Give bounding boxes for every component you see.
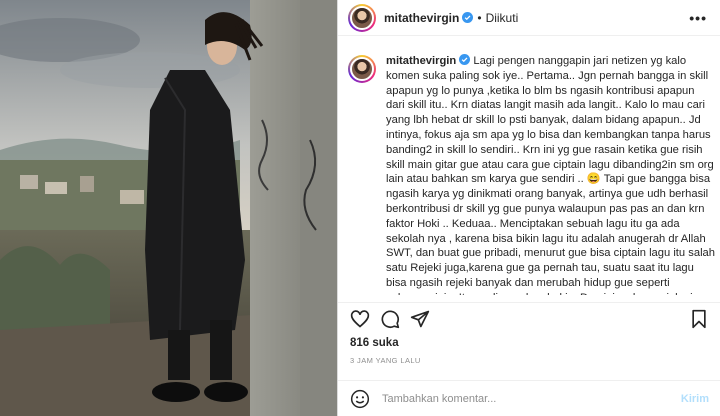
caption-text: Lagi pengen nanggapin jari netizen yg ka…: [386, 55, 715, 295]
verified-badge-icon: [459, 54, 471, 65]
action-bar: [338, 302, 720, 332]
emoji-icon[interactable]: [350, 389, 370, 409]
heart-icon[interactable]: [350, 309, 370, 329]
verified-badge-icon: [462, 12, 474, 23]
post-photo-image: [0, 0, 337, 416]
caption: mitathevirgin Lagi pengen nanggapin jari…: [338, 49, 720, 295]
caption-username-link[interactable]: mitathevirgin: [386, 55, 456, 67]
comment-input[interactable]: [382, 392, 632, 405]
follow-status-button[interactable]: Diikuti: [486, 11, 519, 25]
post-header: mitathevirgin • Diikuti •••: [338, 0, 720, 36]
post-photo[interactable]: [0, 0, 337, 416]
comment-icon[interactable]: [380, 309, 400, 329]
caption-text-block: mitathevirgin Lagi pengen nanggapin jari…: [386, 54, 716, 295]
bookmark-icon[interactable]: [689, 309, 709, 329]
separator-dot: •: [477, 10, 482, 25]
avatar[interactable]: [348, 3, 376, 32]
comment-box: Kirim: [338, 380, 720, 416]
more-dots-icon[interactable]: •••: [689, 10, 707, 26]
avatar-image: [350, 57, 374, 81]
caption-avatar[interactable]: [348, 55, 376, 83]
username-link[interactable]: mitathevirgin: [384, 11, 459, 25]
avatar-image: [350, 5, 374, 30]
post-detail-panel: mitathevirgin • Diikuti ••• mitathevirgi…: [337, 0, 720, 416]
share-icon[interactable]: [410, 309, 430, 329]
post-timestamp[interactable]: 3 JAM YANG LALU: [350, 356, 421, 365]
post-comment-button[interactable]: Kirim: [681, 393, 709, 405]
likes-count[interactable]: 816 suka: [350, 337, 399, 349]
